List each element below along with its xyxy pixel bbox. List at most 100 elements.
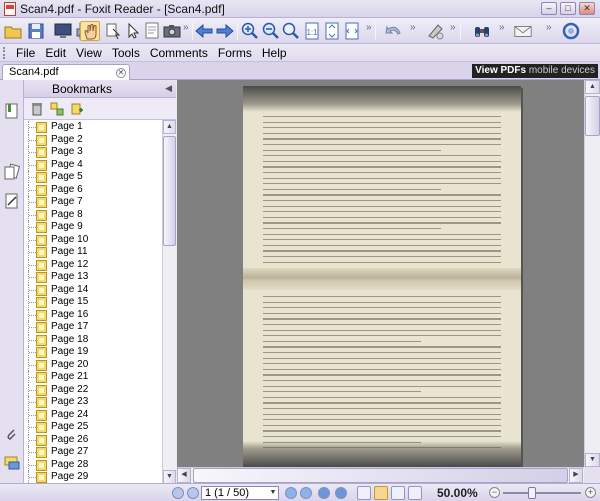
pointer-tool-icon[interactable]	[123, 21, 143, 41]
document-vertical-scrollbar[interactable]: ▲ ▼	[584, 80, 600, 467]
bookmark-item[interactable]: Page 3	[24, 146, 162, 159]
bookmark-item[interactable]: Page 20	[24, 358, 162, 372]
bookmark-item[interactable]: Page 23	[24, 396, 162, 409]
bookmark-item[interactable]: Page 15	[24, 296, 162, 309]
zoom-slider-knob[interactable]	[528, 487, 536, 499]
zoom-level[interactable]: 50.00%	[437, 486, 478, 500]
menu-comments[interactable]: Comments	[150, 46, 208, 60]
continuous-facing-icon[interactable]	[408, 486, 422, 500]
bookmark-item[interactable]: Page 1	[24, 121, 162, 134]
email-icon[interactable]	[513, 21, 535, 41]
bookmark-item[interactable]: Page 5	[24, 171, 162, 184]
bookmark-item[interactable]: Page 13	[24, 271, 162, 284]
ad-banner[interactable]: View PDFs mobile devices	[472, 64, 598, 78]
bookmark-item[interactable]: Page 29	[24, 471, 162, 484]
camera-icon[interactable]	[162, 21, 182, 41]
zoom-in-icon[interactable]	[240, 21, 260, 41]
bookmark-item[interactable]: Page 16	[24, 308, 162, 322]
menu-view[interactable]: View	[76, 46, 102, 60]
scroll-down-arrow[interactable]: ▼	[585, 453, 600, 467]
bookmark-item[interactable]: Page 22	[24, 383, 162, 397]
delete-bookmark-icon[interactable]	[29, 101, 45, 117]
document-view[interactable]	[177, 80, 584, 467]
actual-size-icon[interactable]: 1:1	[302, 21, 322, 41]
bookmark-item[interactable]: Page 4	[24, 158, 162, 172]
bookmark-item[interactable]: Page 17	[24, 321, 162, 334]
facing-page-icon[interactable]	[391, 486, 405, 500]
menu-edit[interactable]: Edit	[45, 46, 66, 60]
next-view-icon[interactable]	[215, 21, 235, 41]
scroll-down-arrow[interactable]: ▼	[163, 470, 176, 484]
document-horizontal-scrollbar[interactable]: ◀ ▶	[177, 467, 584, 483]
zoom-out-icon[interactable]	[261, 21, 281, 41]
bookmark-item[interactable]: Page 25	[24, 421, 162, 434]
select-text-icon[interactable]	[103, 21, 123, 41]
collapse-panel-icon[interactable]: ◀	[165, 83, 172, 94]
continuous-page-icon[interactable]	[374, 486, 388, 500]
last-page-icon[interactable]	[300, 487, 312, 499]
bookmark-item[interactable]: Page 10	[24, 233, 162, 247]
close-tab-icon[interactable]: ✕	[116, 68, 126, 78]
single-page-icon[interactable]	[357, 486, 371, 500]
expand-bookmark-icon[interactable]	[49, 101, 65, 117]
comments-panel-icon[interactable]	[3, 454, 21, 472]
scroll-thumb[interactable]	[193, 468, 568, 483]
zoom-out-button[interactable]: −	[489, 487, 500, 498]
zoom-in-button[interactable]: +	[585, 487, 596, 498]
maximize-button[interactable]: □	[560, 2, 576, 15]
find-binoculars-icon[interactable]	[472, 21, 492, 41]
toolbar-overflow-icon[interactable]: »	[450, 22, 455, 33]
bookmark-item[interactable]: Page 9	[24, 221, 162, 234]
zoom-tool-icon[interactable]	[281, 21, 301, 41]
bookmark-item[interactable]: Page 19	[24, 346, 162, 359]
scroll-right-arrow[interactable]: ▶	[569, 468, 583, 483]
bookmark-item[interactable]: Page 12	[24, 258, 162, 272]
bookmark-item[interactable]: Page 7	[24, 196, 162, 209]
next-view-status-icon[interactable]	[335, 487, 347, 499]
pages-panel-icon[interactable]	[3, 163, 21, 181]
minimize-button[interactable]: –	[541, 2, 557, 15]
bookmark-item[interactable]: Page 28	[24, 458, 162, 472]
close-button[interactable]: ✕	[579, 2, 595, 15]
previous-view-status-icon[interactable]	[318, 487, 330, 499]
menu-tools[interactable]: Tools	[112, 46, 140, 60]
scroll-up-arrow[interactable]: ▲	[585, 80, 600, 94]
menu-file[interactable]: File	[16, 46, 35, 60]
toolbar-overflow-icon[interactable]: »	[499, 22, 504, 33]
scroll-thumb[interactable]	[163, 136, 176, 246]
bookmark-item[interactable]: Page 27	[24, 446, 162, 459]
toolbar-overflow-icon[interactable]: »	[366, 22, 371, 33]
bookmark-item[interactable]: Page 14	[24, 283, 162, 297]
toolbar-overflow-icon[interactable]: »	[183, 22, 188, 33]
bookmark-scrollbar[interactable]: ▲ ▼	[162, 120, 176, 484]
menu-help[interactable]: Help	[262, 46, 287, 60]
save-icon[interactable]	[26, 21, 46, 41]
page-dropdown-icon[interactable]: ▼	[268, 487, 278, 499]
previous-page-icon[interactable]	[187, 487, 199, 499]
bookmark-item[interactable]: Page 8	[24, 208, 162, 222]
tab-scan4[interactable]: Scan4.pdf ✕	[2, 64, 130, 80]
new-bookmark-icon[interactable]	[69, 101, 85, 117]
snapshot-icon[interactable]	[142, 21, 162, 41]
open-folder-icon[interactable]	[3, 21, 23, 41]
bookmark-item[interactable]: Page 21	[24, 371, 162, 384]
scroll-up-arrow[interactable]: ▲	[163, 120, 176, 134]
undo-icon[interactable]	[384, 21, 404, 41]
bookmark-item[interactable]: Page 6	[24, 183, 162, 197]
toolbar-overflow-icon[interactable]: »	[546, 22, 551, 33]
layers-panel-icon[interactable]	[3, 192, 21, 210]
fit-width-icon[interactable]	[342, 21, 362, 41]
foxit-update-icon[interactable]	[561, 21, 581, 41]
bookmark-item[interactable]: Page 18	[24, 333, 162, 347]
hand-tool-icon[interactable]	[80, 21, 100, 41]
zoom-slider-track[interactable]	[503, 492, 581, 494]
page-number-field[interactable]: 1 (1 / 50) ▼	[201, 486, 279, 500]
bookmark-item[interactable]: Page 26	[24, 433, 162, 447]
typewriter-icon[interactable]	[426, 21, 446, 41]
menu-forms[interactable]: Forms	[218, 46, 252, 60]
bookmark-item[interactable]: Page 24	[24, 408, 162, 422]
bookmark-item[interactable]: Page 11	[24, 246, 162, 259]
bookmark-item[interactable]: Page 2	[24, 133, 162, 147]
toolbar-overflow-icon[interactable]: »	[410, 22, 415, 33]
first-page-icon[interactable]	[172, 487, 184, 499]
